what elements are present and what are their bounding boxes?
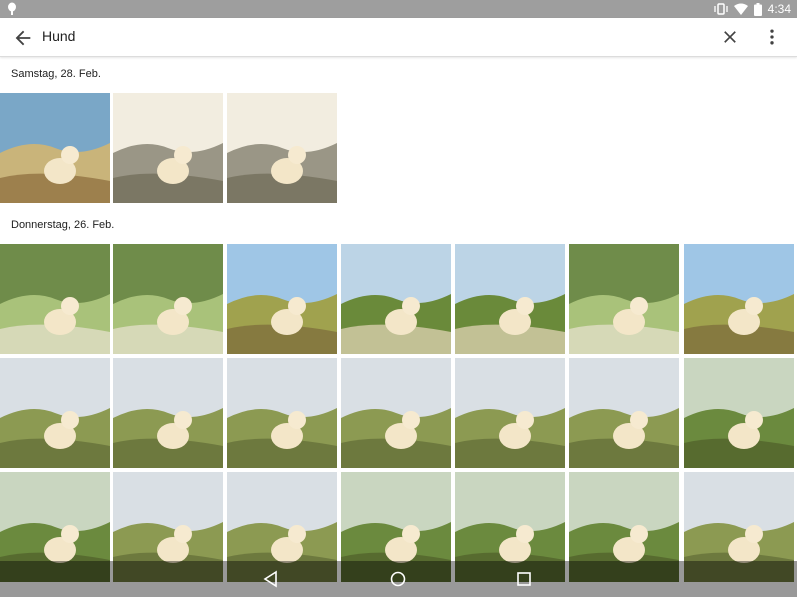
- photo-thumbnail[interactable]: [113, 358, 223, 468]
- photo-thumbnail[interactable]: [227, 358, 337, 468]
- photo-thumbnail[interactable]: [455, 358, 565, 468]
- search-bar: Hund: [0, 18, 797, 57]
- photo-thumbnail[interactable]: [113, 244, 223, 354]
- photo-thumbnail[interactable]: [684, 358, 794, 468]
- photo-thumbnail[interactable]: [341, 244, 451, 354]
- photo-thumbnail[interactable]: [0, 358, 110, 468]
- nav-home-icon[interactable]: [388, 569, 408, 589]
- photo-thumbnail[interactable]: [684, 244, 794, 354]
- more-vert-icon[interactable]: [762, 27, 782, 47]
- photo-thumbnail[interactable]: [113, 93, 223, 203]
- nav-recents-icon[interactable]: [514, 569, 534, 589]
- notification-icon: [8, 2, 16, 15]
- navigation-bar: [0, 561, 797, 597]
- photo-thumbnail[interactable]: [341, 358, 451, 468]
- nav-back-icon[interactable]: [261, 569, 281, 589]
- photo-thumbnail[interactable]: [569, 244, 679, 354]
- status-bar: 4:34: [0, 0, 797, 18]
- search-query[interactable]: Hund: [42, 28, 75, 44]
- vibrate-icon: [713, 3, 728, 15]
- photo-thumbnail[interactable]: [455, 244, 565, 354]
- photo-thumbnail[interactable]: [569, 358, 679, 468]
- wifi-icon: [733, 3, 748, 15]
- section-date-header: Samstag, 28. Feb.: [11, 68, 101, 80]
- photo-thumbnail[interactable]: [0, 93, 110, 203]
- section-date-header: Donnerstag, 26. Feb.: [11, 219, 115, 231]
- photo-thumbnail[interactable]: [227, 93, 337, 203]
- clock: 4:34: [767, 2, 791, 16]
- battery-icon: [753, 2, 762, 16]
- photo-thumbnail[interactable]: [227, 244, 337, 354]
- close-icon[interactable]: [720, 27, 740, 47]
- arrow-back-icon[interactable]: [12, 27, 34, 49]
- photo-thumbnail[interactable]: [0, 244, 110, 354]
